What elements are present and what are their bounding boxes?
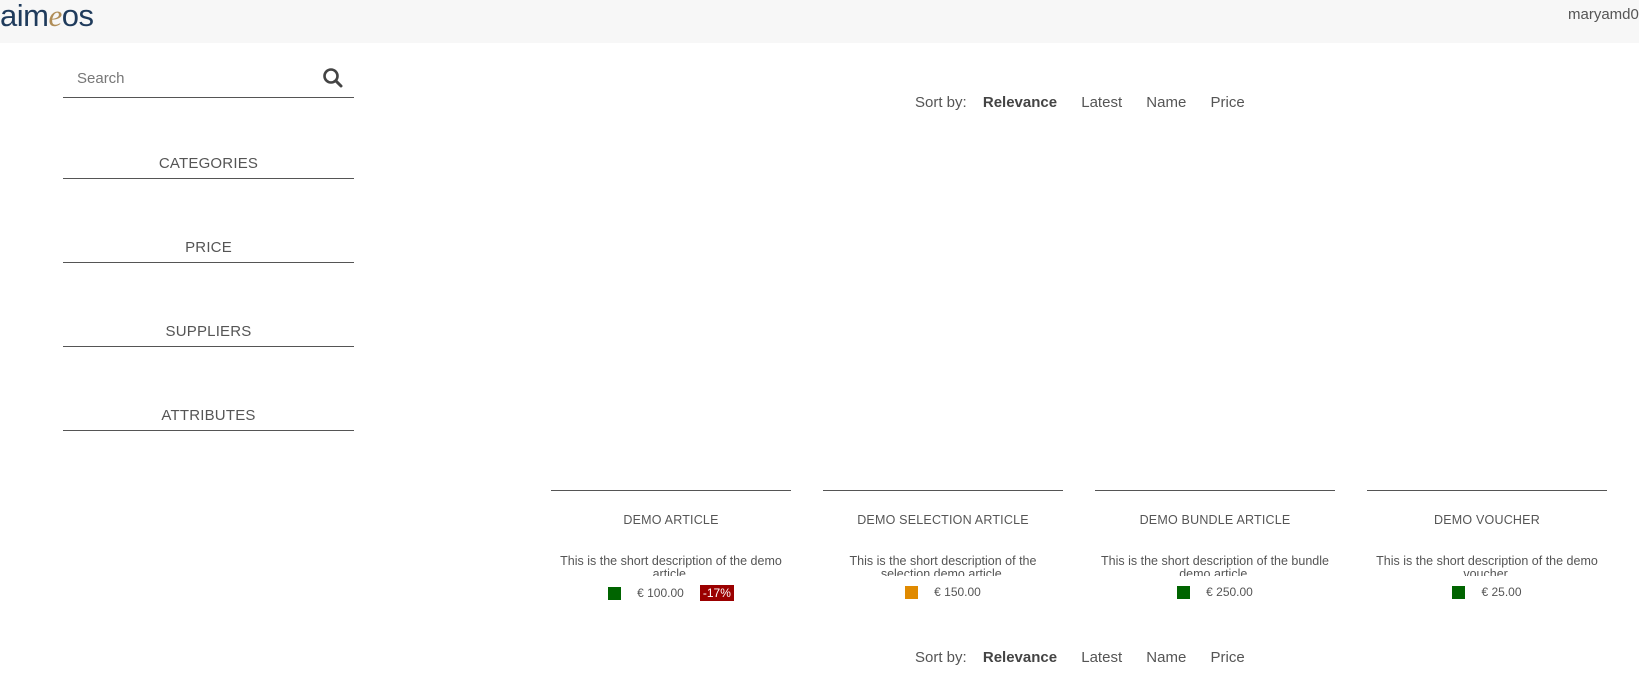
sort-relevance[interactable]: Relevance [983,94,1057,111]
discount-badge: -17% [699,585,734,601]
sort-latest[interactable]: Latest [1081,94,1122,111]
product-price: € 250.00 [1206,585,1253,599]
product-name[interactable]: DEMO ARTICLE [551,513,791,527]
top-bar: aimeos maryamd0 [0,0,1639,43]
product-card[interactable]: DEMO BUNDLE ARTICLE This is the short de… [1095,490,1335,599]
stock-indicator-icon [905,585,919,599]
facet-attributes[interactable]: ATTRIBUTES [63,407,354,431]
product-price: € 100.00 [637,586,684,600]
price-row: € 25.00 [1367,585,1607,599]
product-card[interactable]: DEMO VOUCHER This is the short descripti… [1367,490,1607,599]
sort-relevance[interactable]: Relevance [983,649,1057,666]
price-row: € 100.00 -17% [551,585,791,601]
price-row: € 250.00 [1095,585,1335,599]
product-description: This is the short description of the sel… [849,555,1037,576]
product-name[interactable]: DEMO SELECTION ARTICLE [823,513,1063,527]
logo-text-end: os [61,0,94,33]
product-card[interactable]: DEMO ARTICLE This is the short descripti… [551,490,791,601]
sort-price[interactable]: Price [1210,649,1244,666]
product-name[interactable]: DEMO VOUCHER [1367,513,1607,527]
product-name[interactable]: DEMO BUNDLE ARTICLE [1095,513,1335,527]
logo-text-e: e [48,0,62,33]
search-icon[interactable] [321,66,345,90]
facet-suppliers[interactable]: SUPPLIERS [63,323,354,347]
product-description: This is the short description of the bun… [1101,555,1329,576]
product-price: € 150.00 [934,585,981,599]
product-description: This is the short description of the dem… [1376,555,1598,576]
sort-label: Sort by: [915,94,967,111]
sort-name[interactable]: Name [1146,649,1186,666]
user-account-link[interactable]: maryamd0 [1568,6,1639,23]
sort-bar-top: Sort by: Relevance Latest Name Price [915,94,1265,111]
price-row: € 150.00 [823,585,1063,599]
sort-name[interactable]: Name [1146,94,1186,111]
logo-text-start: aim [0,0,49,33]
sort-latest[interactable]: Latest [1081,649,1122,666]
product-price: € 25.00 [1481,585,1522,599]
product-description: This is the short description of the dem… [560,555,782,576]
sort-price[interactable]: Price [1210,94,1244,111]
sort-bar-bottom: Sort by: Relevance Latest Name Price [915,649,1265,666]
facet-price[interactable]: PRICE [63,239,354,263]
aimeos-logo[interactable]: aimeos [0,0,94,34]
stock-indicator-icon [1177,585,1191,599]
search-input[interactable] [77,70,307,87]
stock-indicator-icon [1452,585,1466,599]
stock-indicator-icon [608,586,622,600]
search-box [63,62,354,98]
sort-label: Sort by: [915,649,967,666]
facet-categories[interactable]: CATEGORIES [63,155,354,179]
product-card[interactable]: DEMO SELECTION ARTICLE This is the short… [823,490,1063,599]
